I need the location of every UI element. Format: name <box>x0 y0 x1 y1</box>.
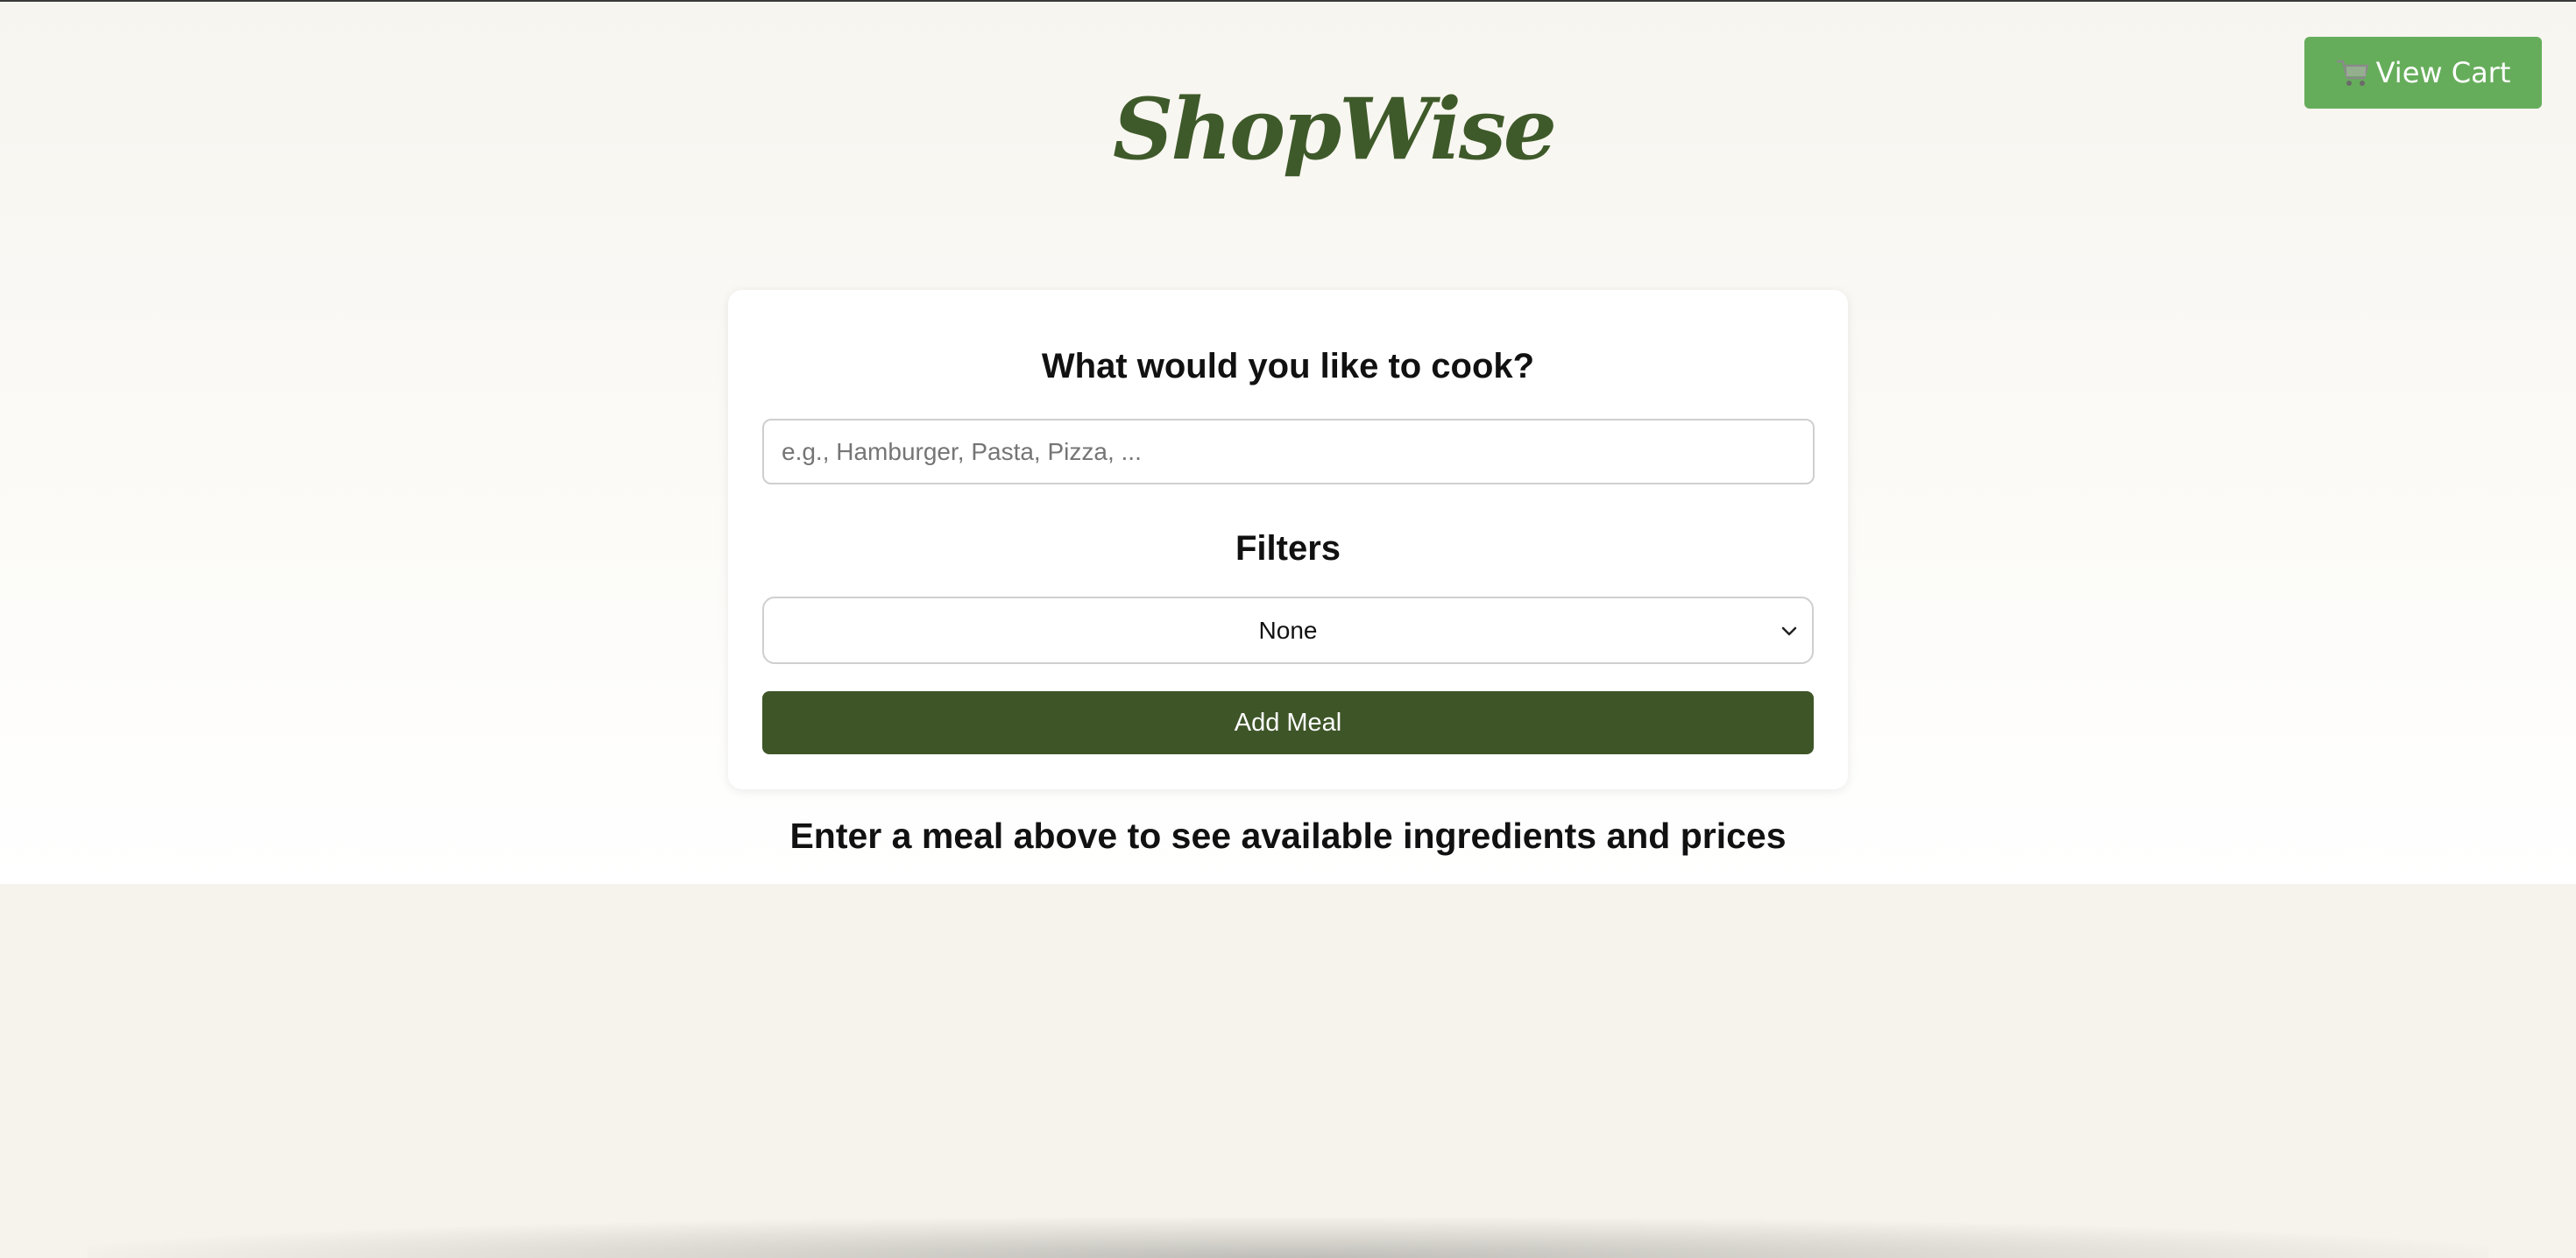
add-meal-button[interactable]: Add Meal <box>762 691 1814 754</box>
view-cart-label: View Cart <box>2375 56 2511 89</box>
bottom-shadow <box>88 1218 2488 1258</box>
shopwise-logo: ShopWise <box>1113 80 1557 179</box>
chevron-down-icon <box>1779 619 1800 640</box>
empty-state-hint: Enter a meal above to see available ingr… <box>789 816 1787 856</box>
meal-search-input[interactable] <box>762 419 1815 484</box>
card-title: What would you like to cook? <box>1041 347 1535 385</box>
view-cart-button[interactable]: View Cart <box>2304 37 2542 109</box>
cart-icon <box>2336 57 2371 88</box>
add-meal-label: Add Meal <box>1234 708 1342 737</box>
filters-title: Filters <box>1235 529 1341 568</box>
page-background-lower <box>0 884 2576 1258</box>
filter-selected-value: None <box>1258 616 1318 644</box>
filter-dropdown[interactable]: None <box>762 597 1814 664</box>
